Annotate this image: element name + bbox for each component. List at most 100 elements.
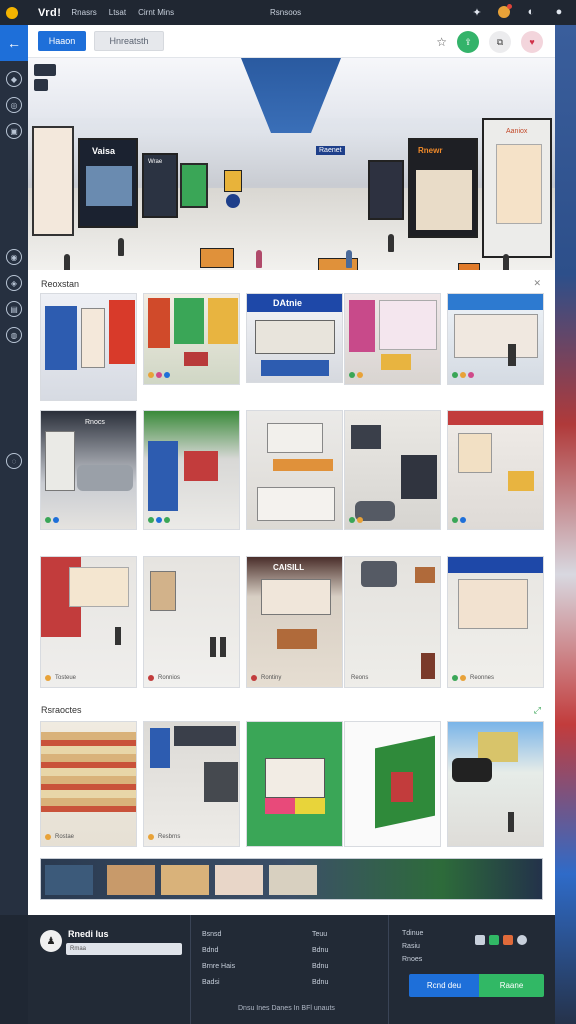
gallery-tile[interactable] xyxy=(344,293,441,385)
gallery-tile[interactable]: Reons xyxy=(344,556,441,688)
footer-link[interactable]: Tdinue xyxy=(402,927,423,940)
gallery-tile[interactable] xyxy=(447,410,544,530)
gallery-tile[interactable]: Rostae xyxy=(40,721,137,847)
hero-person xyxy=(118,238,124,256)
footer-mini-icons xyxy=(475,935,527,945)
hero-skylight xyxy=(241,58,341,133)
hero-store-sign: Wrae xyxy=(148,159,163,165)
menu-item-1[interactable]: Rnasrs xyxy=(71,8,96,17)
hero-store-sign: Rnewr xyxy=(418,146,443,155)
gallery-tile[interactable]: Tosteue xyxy=(40,556,137,688)
footer-mini-icon[interactable] xyxy=(517,935,527,945)
footer-column-2: Teuu Bdnu Bdnu Bdnu xyxy=(312,927,328,991)
user-icon[interactable]: ● xyxy=(552,5,566,19)
footer-link[interactable]: Brnre Hais xyxy=(202,959,235,975)
footer-primary-button[interactable]: Rcnd deu xyxy=(409,974,479,997)
gallery-tile[interactable] xyxy=(40,293,137,401)
gallery-tile[interactable]: DAtnie xyxy=(246,293,343,383)
strip-thumb[interactable] xyxy=(215,865,263,895)
app-icon[interactable] xyxy=(6,6,18,19)
hero-person xyxy=(346,250,352,268)
hero-chip[interactable] xyxy=(34,79,48,91)
menu-item-3[interactable]: Cirnt Mins xyxy=(138,8,174,17)
gallery-tile[interactable]: CAISILL Rontiny xyxy=(246,556,343,688)
footer-link[interactable]: Rnoes xyxy=(402,953,423,966)
rail-icon-2[interactable]: ◎ xyxy=(6,97,22,113)
rail-icon-8[interactable]: ◌ xyxy=(6,453,22,469)
tile-caption: Resbrns xyxy=(158,834,181,840)
rail-icon-6[interactable]: ▤ xyxy=(6,301,22,317)
gallery-tile[interactable] xyxy=(447,721,544,847)
hero-kiosk xyxy=(200,248,234,268)
hero-hanging-sign xyxy=(224,170,242,192)
gallery-tile[interactable] xyxy=(447,293,544,385)
gallery-tile[interactable]: Reonnes xyxy=(447,556,544,688)
gallery-tile[interactable] xyxy=(143,410,240,530)
tile-caption: Ronnios xyxy=(158,675,181,681)
gallery-tile[interactable]: Ronnios xyxy=(143,556,240,688)
footer-link[interactable]: Bdnu xyxy=(312,975,328,991)
hero-store: Vaisa xyxy=(78,138,138,228)
secondary-button[interactable]: Hnreatsth xyxy=(94,31,164,51)
footer-mini-icon[interactable] xyxy=(475,935,485,945)
strip-thumb[interactable] xyxy=(107,865,155,895)
footer-secondary-button[interactable]: Raane xyxy=(479,974,544,997)
hero-center-sign: Raenet xyxy=(316,146,345,155)
primary-button[interactable]: Haaon xyxy=(38,31,86,51)
tile-sign: Rnocs xyxy=(85,419,105,426)
hero-person xyxy=(503,254,509,270)
rail-icon-4[interactable]: ◉ xyxy=(6,249,22,265)
rail-icon-1[interactable]: ◆ xyxy=(6,71,22,87)
rail-icon-5[interactable]: ◈ xyxy=(6,275,22,291)
hero-overlay-chips xyxy=(34,64,56,91)
main-window: Haaon Hnreatsth ☆ ⇪ ⧉ ♥ Vaisa Wrae Raene… xyxy=(28,25,555,915)
strip-thumb[interactable] xyxy=(45,865,93,895)
hero-chip[interactable] xyxy=(34,64,56,76)
gallery-tile[interactable]: Resbrns xyxy=(143,721,240,847)
gallery-tile[interactable] xyxy=(246,721,343,847)
avatar[interactable]: ♟ xyxy=(40,930,62,952)
notification-icon[interactable] xyxy=(498,4,512,18)
help-icon[interactable]: ◐ xyxy=(524,5,538,19)
hero-store: Wrae xyxy=(142,153,178,218)
gallery-tile[interactable] xyxy=(143,293,240,385)
close-icon[interactable]: ✕ xyxy=(533,278,541,289)
gallery-tile[interactable]: Rnocs xyxy=(40,410,137,530)
hero-person xyxy=(64,254,70,270)
strip-thumb[interactable] xyxy=(269,865,317,895)
rail-icon-7[interactable]: ◍ xyxy=(6,327,22,343)
copy-icon[interactable]: ⧉ xyxy=(489,31,511,53)
brand-title: Vrd! xyxy=(38,6,62,19)
user-name-field[interactable]: Rmaa xyxy=(66,943,182,955)
rail-icon-3[interactable]: ▣ xyxy=(6,123,22,139)
footer-link[interactable]: Bdnu xyxy=(312,959,328,975)
back-arrow-icon[interactable]: ← xyxy=(0,25,28,61)
hero-person xyxy=(388,234,394,252)
footer-link[interactable]: Teuu xyxy=(312,927,328,943)
footer-link[interactable]: Bsnsd xyxy=(202,927,235,943)
footer-link[interactable]: Bdnu xyxy=(312,943,328,959)
puzzle-icon[interactable]: ✦ xyxy=(470,5,484,19)
footer-link[interactable]: Badsi xyxy=(202,975,235,991)
top-right-icons: ✦ ◐ ● xyxy=(470,4,566,19)
window-title: Rsnsoos xyxy=(270,8,302,17)
expand-icon[interactable]: ⤢ xyxy=(534,705,541,716)
share-icon[interactable]: ⇪ xyxy=(457,31,479,53)
heart-icon[interactable]: ♥ xyxy=(521,31,543,53)
section-title-1: Reoxstan xyxy=(41,279,80,289)
star-icon[interactable]: ☆ xyxy=(436,35,447,49)
gallery-tile[interactable] xyxy=(344,721,441,847)
footer-link[interactable]: Bdnd xyxy=(202,943,235,959)
left-rail: ← ◆ ◎ ▣ ◉ ◈ ▤ ◍ ◌ xyxy=(0,25,28,915)
tile-caption: Rostae xyxy=(55,834,75,840)
menu-item-2[interactable]: Ltsat xyxy=(109,8,126,17)
gallery-tile[interactable] xyxy=(344,410,441,530)
footer-mini-icon[interactable] xyxy=(489,935,499,945)
footer-link[interactable]: Rasiu xyxy=(402,940,423,953)
section-title-2: Rsraoctes xyxy=(41,705,82,715)
strip-thumb[interactable] xyxy=(161,865,209,895)
gallery-tile[interactable] xyxy=(246,410,343,530)
hero-store xyxy=(32,126,74,236)
footer-column-1: Bsnsd Bdnd Brnre Hais Badsi xyxy=(202,927,235,991)
footer-mini-icon[interactable] xyxy=(503,935,513,945)
